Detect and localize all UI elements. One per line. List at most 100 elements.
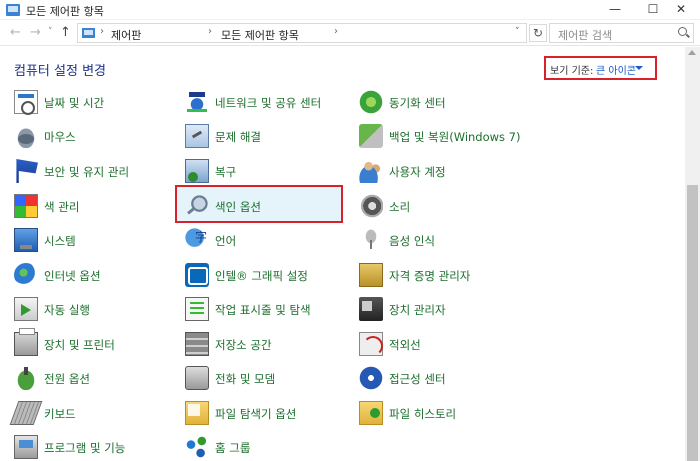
search-placeholder: 제어판 검색 — [558, 29, 613, 42]
recent-locations-icon[interactable]: ˅ — [48, 27, 53, 37]
item-label[interactable]: 전화 및 모뎀 — [215, 371, 275, 387]
users-icon — [359, 159, 383, 183]
item-sound[interactable]: 소리 — [359, 192, 519, 222]
item-power-options[interactable]: 전원 옵션 — [14, 364, 174, 394]
item-phone-modem[interactable]: 전화 및 모뎀 — [185, 364, 345, 394]
window-title: 모든 제어판 항목 — [26, 5, 104, 18]
taskbar-icon — [185, 297, 209, 321]
recovery-icon — [185, 159, 209, 183]
control-panel-icon — [82, 28, 95, 38]
item-keyboard[interactable]: 키보드 — [9, 399, 174, 429]
item-intel-graphics[interactable]: 인텔® 그래픽 설정 — [185, 261, 345, 291]
address-bar[interactable]: › 제어판 › 모든 제어판 항목 › ˅ — [77, 23, 527, 43]
item-label[interactable]: 보안 및 유지 관리 — [44, 164, 129, 180]
device-manager-icon — [359, 297, 383, 321]
item-label[interactable]: 자동 실행 — [44, 302, 90, 318]
item-device-manager[interactable]: 장치 관리자 — [359, 295, 519, 325]
phone-modem-icon — [185, 366, 209, 390]
item-label[interactable]: 홈 그룹 — [215, 440, 250, 456]
item-indexing-options[interactable]: 색인 옵션 — [185, 192, 345, 222]
item-label[interactable]: 마우스 — [44, 129, 76, 145]
item-storage-spaces[interactable]: 저장소 공간 — [185, 330, 345, 360]
item-user-accounts[interactable]: 사용자 계정 — [359, 157, 519, 187]
item-label[interactable]: 네트워크 및 공유 센터 — [215, 95, 321, 111]
breadcrumb-chevron-icon[interactable]: › — [334, 26, 338, 37]
item-label[interactable]: 자격 증명 관리자 — [389, 268, 470, 284]
item-system[interactable]: 시스템 — [14, 226, 174, 256]
item-label[interactable]: 키보드 — [44, 406, 76, 422]
item-autoplay[interactable]: 자동 실행 — [14, 295, 174, 325]
item-sync-center[interactable]: 동기화 센터 — [359, 88, 519, 118]
title-bar: 모든 제어판 항목 — ☐ ✕ — [0, 0, 700, 20]
back-arrow-icon[interactable]: ← — [10, 25, 21, 40]
item-label[interactable]: 문제 해결 — [215, 129, 261, 145]
color-management-icon — [14, 194, 38, 218]
forward-arrow-icon[interactable]: → — [30, 25, 41, 40]
network-icon — [185, 90, 209, 114]
item-label[interactable]: 인텔® 그래픽 설정 — [215, 268, 308, 284]
item-date-time[interactable]: 날짜 및 시간 — [14, 88, 174, 118]
item-speech-recognition[interactable]: 음성 인식 — [359, 226, 519, 256]
item-label[interactable]: 파일 히스토리 — [389, 406, 456, 422]
breadcrumb-all-items[interactable]: 모든 제어판 항목 — [221, 27, 299, 43]
scrollbar-thumb[interactable] — [687, 185, 698, 461]
item-label[interactable]: 동기화 센터 — [389, 95, 446, 111]
item-troubleshoot[interactable]: 문제 해결 — [185, 122, 345, 152]
item-internet-options[interactable]: 인터넷 옵션 — [14, 261, 174, 291]
item-label[interactable]: 시스템 — [44, 233, 76, 249]
item-label[interactable]: 작업 표시줄 및 탐색 — [215, 302, 311, 318]
flag-icon — [16, 159, 38, 183]
item-label[interactable]: 전원 옵션 — [44, 371, 90, 387]
minimize-button[interactable]: — — [596, 0, 634, 20]
item-language[interactable]: 언어 — [185, 226, 345, 256]
item-credential-manager[interactable]: 자격 증명 관리자 — [359, 261, 519, 291]
item-label[interactable]: 프로그램 및 기능 — [44, 440, 125, 456]
item-taskbar-navigation[interactable]: 작업 표시줄 및 탐색 — [185, 295, 345, 325]
item-label[interactable]: 언어 — [215, 233, 236, 249]
item-label[interactable]: 색 관리 — [44, 199, 79, 215]
address-dropdown-icon[interactable]: ˅ — [515, 27, 520, 37]
item-label[interactable]: 장치 관리자 — [389, 302, 446, 318]
item-network-sharing[interactable]: 네트워크 및 공유 센터 — [185, 88, 345, 118]
backup-icon — [359, 124, 383, 148]
view-by-dropdown[interactable]: 큰 아이콘 — [596, 62, 636, 77]
item-file-history[interactable]: 파일 히스토리 — [359, 399, 519, 429]
item-label[interactable]: 장치 및 프린터 — [44, 337, 115, 353]
item-label[interactable]: 저장소 공간 — [215, 337, 272, 353]
vertical-scrollbar[interactable] — [685, 47, 700, 461]
item-label[interactable]: 적외선 — [389, 337, 421, 353]
item-devices-printers[interactable]: 장치 및 프린터 — [14, 328, 174, 360]
mouse-icon — [14, 124, 38, 148]
item-mouse[interactable]: 마우스 — [14, 122, 174, 152]
item-label[interactable]: 소리 — [389, 199, 410, 215]
item-label[interactable]: 날짜 및 시간 — [44, 95, 104, 111]
item-security-maintenance[interactable]: 보안 및 유지 관리 — [14, 157, 174, 187]
item-programs-features[interactable]: 프로그램 및 기능 — [14, 433, 174, 461]
up-arrow-icon[interactable]: ↑ — [60, 25, 71, 40]
item-label[interactable]: 복구 — [215, 164, 236, 180]
item-label[interactable]: 색인 옵션 — [215, 199, 261, 215]
item-color-management[interactable]: 색 관리 — [14, 192, 174, 222]
item-recovery[interactable]: 복구 — [185, 157, 345, 187]
breadcrumb-chevron-icon[interactable]: › — [208, 26, 212, 37]
close-button[interactable]: ✕ — [662, 0, 700, 20]
search-input[interactable]: 제어판 검색 — [549, 23, 694, 43]
power-icon — [14, 366, 38, 390]
breadcrumb-control-panel[interactable]: 제어판 — [111, 27, 141, 43]
item-label[interactable]: 백업 및 복원(Windows 7) — [389, 129, 521, 145]
breadcrumb-chevron-icon[interactable]: › — [100, 26, 104, 37]
item-label[interactable]: 파일 탐색기 옵션 — [215, 406, 296, 422]
item-infrared[interactable]: 적외선 — [359, 330, 519, 360]
item-backup-restore[interactable]: 백업 및 복원(Windows 7) — [359, 122, 521, 152]
item-label[interactable]: 사용자 계정 — [389, 164, 446, 180]
chevron-down-icon[interactable] — [635, 66, 643, 70]
item-label[interactable]: 음성 인식 — [389, 233, 435, 249]
item-ease-of-access[interactable]: 접근성 센터 — [359, 364, 519, 394]
item-label[interactable]: 인터넷 옵션 — [44, 268, 101, 284]
item-label[interactable]: 접근성 센터 — [389, 371, 446, 387]
scroll-up-icon[interactable] — [688, 50, 696, 55]
item-homegroup[interactable]: 홈 그룹 — [185, 433, 345, 461]
refresh-button[interactable]: ↻ — [529, 24, 547, 42]
item-file-explorer-options[interactable]: 파일 탐색기 옵션 — [185, 399, 345, 429]
view-by-selector[interactable]: 보기 기준: 큰 아이콘 — [544, 56, 657, 80]
